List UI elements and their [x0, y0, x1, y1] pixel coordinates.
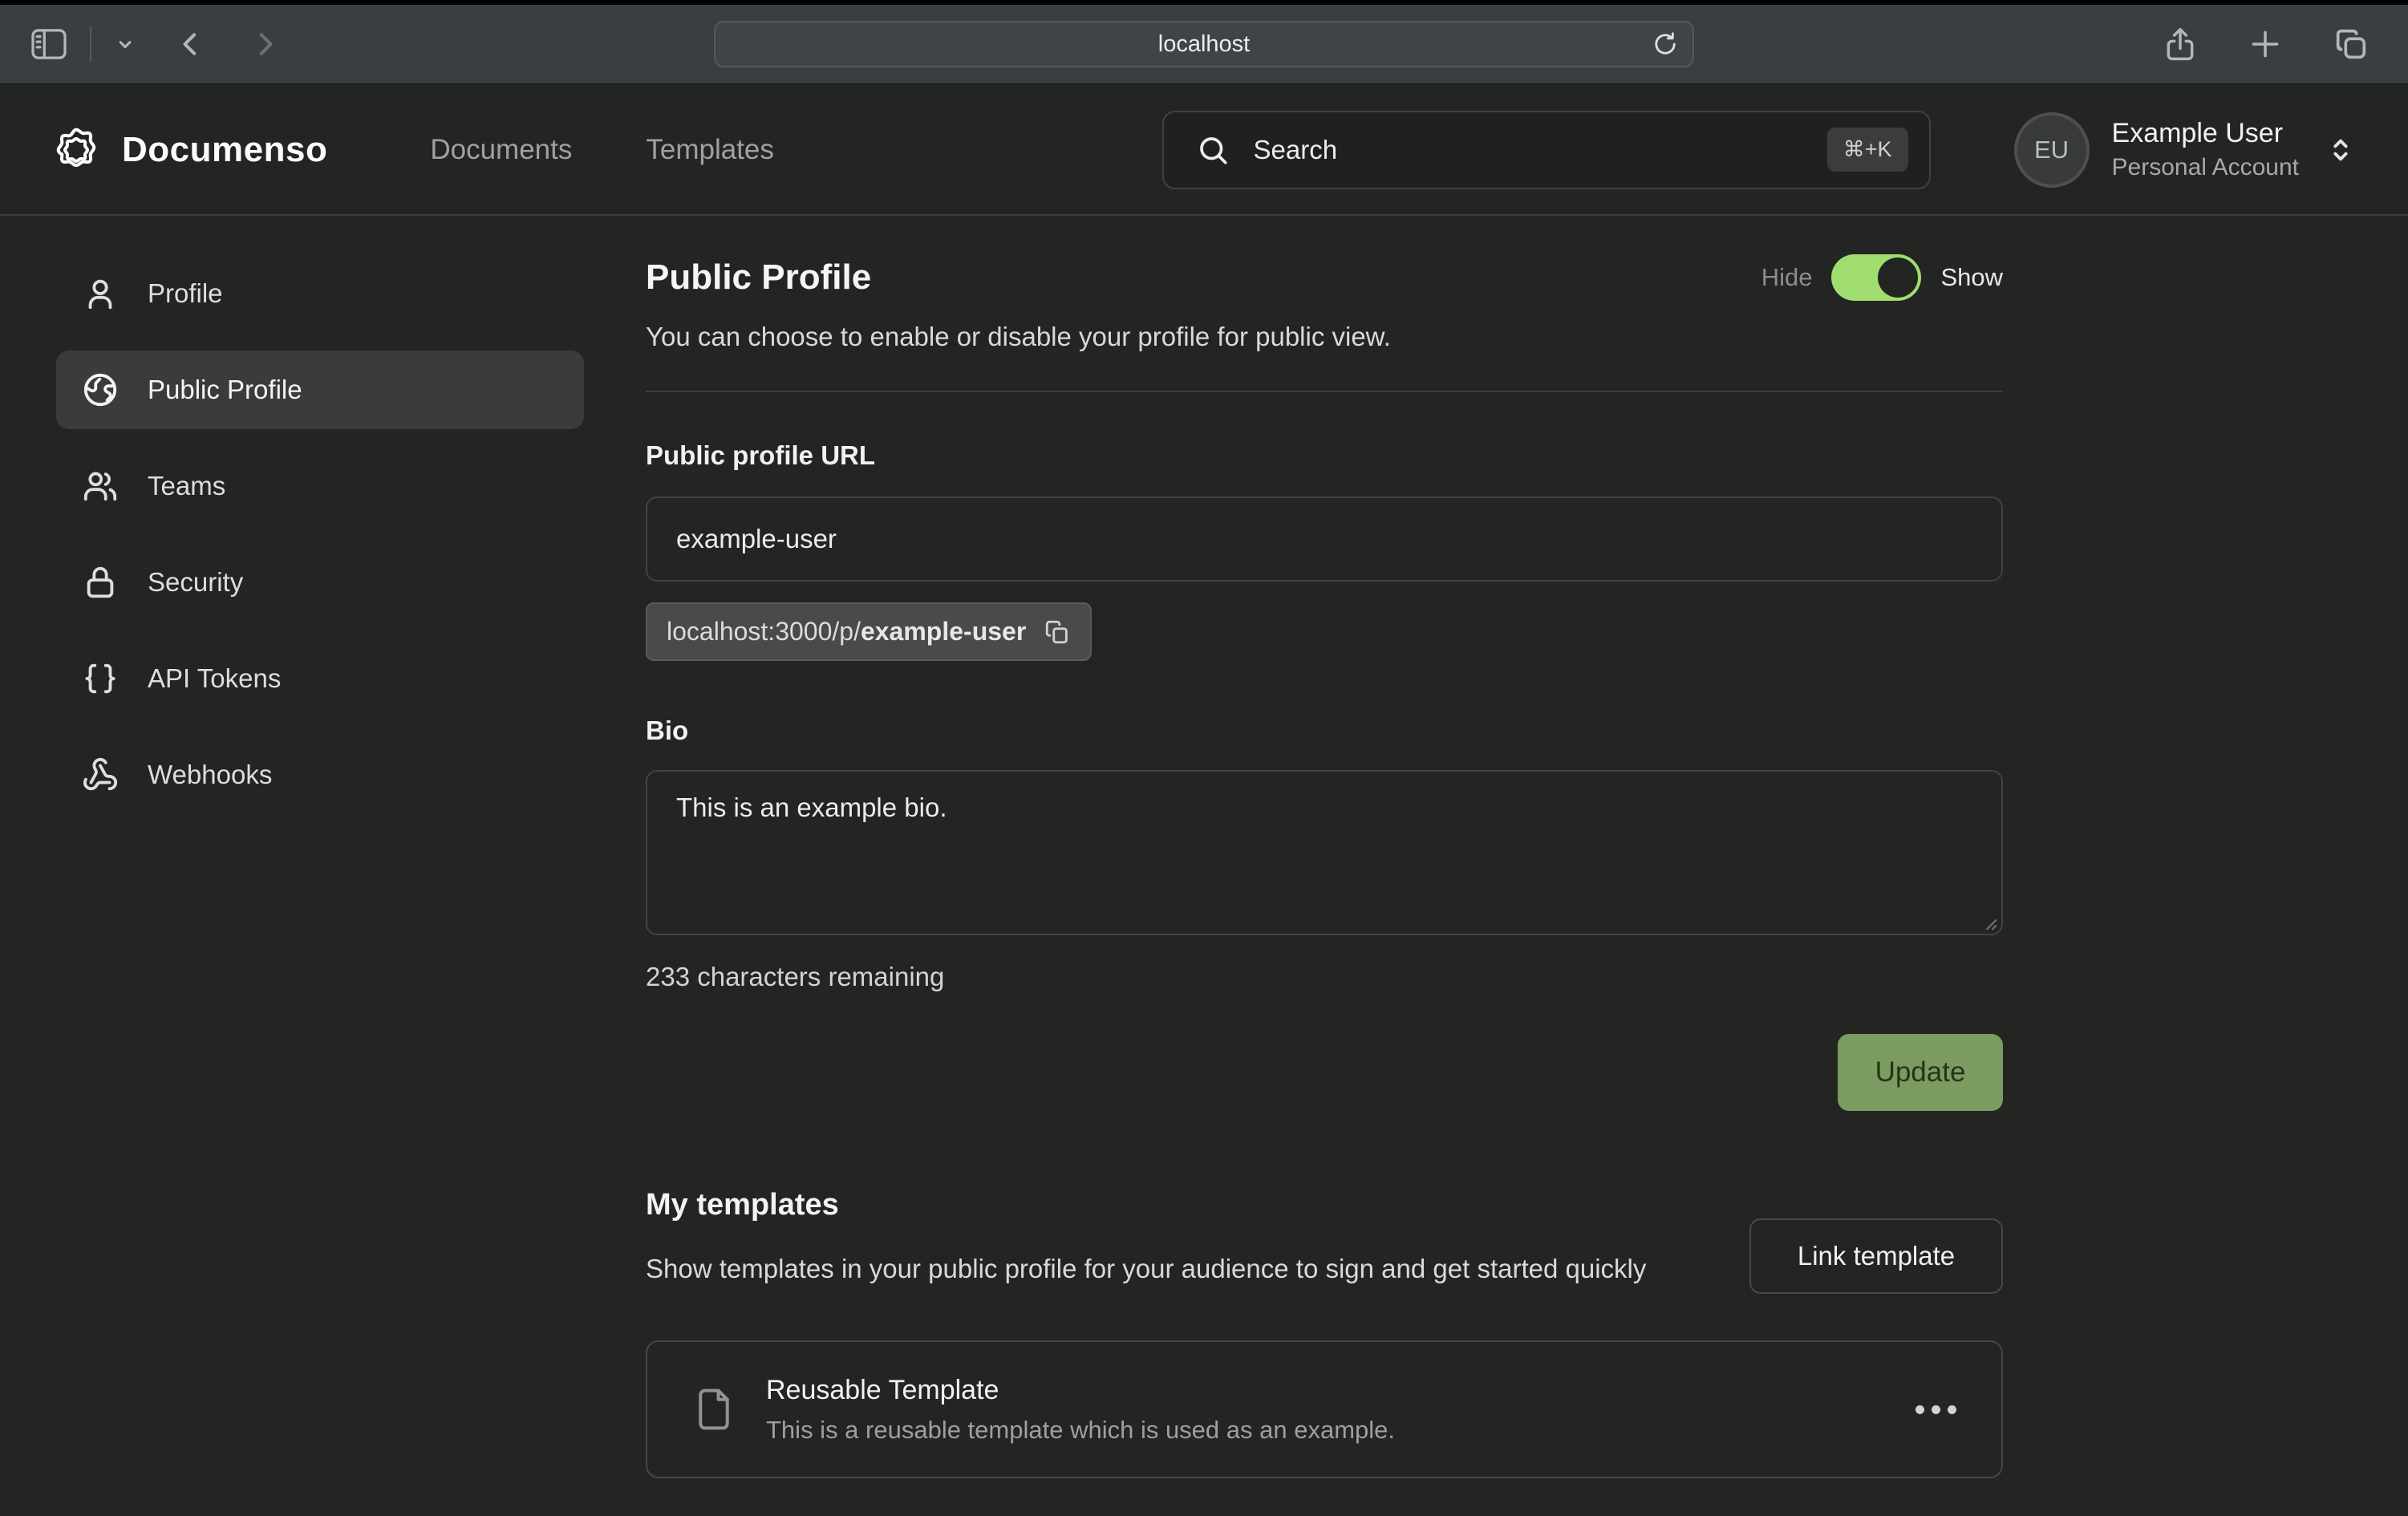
- account-type: Personal Account: [2112, 154, 2299, 181]
- braces-icon: [82, 660, 119, 697]
- users-icon: [82, 468, 119, 505]
- address-bar-url: localhost: [1158, 31, 1250, 58]
- search-shortcut-badge: ⌘+K: [1827, 128, 1908, 172]
- template-meta: Reusable Template This is a reusable tem…: [766, 1375, 1395, 1445]
- sidebar-item-public-profile[interactable]: Public Profile: [56, 351, 584, 429]
- copy-icon[interactable]: [1044, 618, 1071, 646]
- toggle-show-label: Show: [1940, 263, 2003, 292]
- template-description: This is a reusable template which is use…: [766, 1416, 1395, 1445]
- bio-label: Bio: [646, 715, 2003, 746]
- search-icon: [1196, 133, 1230, 167]
- profile-visibility-switch[interactable]: [1831, 254, 1921, 301]
- page-title: Public Profile: [646, 257, 871, 298]
- bio-textarea[interactable]: This is an example bio.: [646, 770, 2003, 935]
- sidebar-item-teams[interactable]: Teams: [56, 447, 584, 525]
- my-templates-description: Show templates in your public profile fo…: [646, 1248, 1705, 1289]
- brand-logo-link[interactable]: Documenso: [51, 125, 327, 175]
- page-subtitle: You can choose to enable or disable your…: [646, 322, 2003, 352]
- user-icon: [82, 275, 119, 312]
- sidebar-item-api-tokens[interactable]: API Tokens: [56, 639, 584, 718]
- avatar-initials: EU: [2034, 136, 2069, 164]
- nav-templates[interactable]: Templates: [646, 134, 774, 166]
- my-templates-title: My templates: [646, 1188, 1705, 1222]
- forward-icon[interactable]: [249, 28, 281, 60]
- search-placeholder: Search: [1254, 135, 1338, 165]
- toggle-hide-label: Hide: [1761, 263, 1813, 292]
- sidebar-item-security[interactable]: Security: [56, 543, 584, 622]
- sidebar-item-webhooks[interactable]: Webhooks: [56, 736, 584, 814]
- globe-icon: [82, 371, 119, 408]
- template-name: Reusable Template: [766, 1375, 1395, 1406]
- address-bar[interactable]: localhost: [714, 21, 1694, 67]
- account-menu[interactable]: EU Example User Personal Account: [2014, 112, 2357, 188]
- toolbar-separator: [90, 26, 91, 62]
- my-templates-header: My templates Show templates in your publ…: [646, 1188, 1705, 1294]
- lock-icon: [82, 564, 119, 601]
- sidebar-toggle-icon[interactable]: [30, 28, 67, 60]
- profile-url-copy-chip[interactable]: localhost:3000/p/example-user: [646, 602, 1092, 661]
- sidebar-item-label: Profile: [148, 278, 223, 309]
- avatar: EU: [2014, 112, 2090, 188]
- documenso-logo-icon: [51, 125, 101, 175]
- resize-grip-icon[interactable]: [1980, 914, 1998, 931]
- new-tab-icon[interactable]: [2248, 26, 2283, 62]
- chevrons-up-down-icon: [2325, 134, 2357, 166]
- sidebar-item-profile[interactable]: Profile: [56, 254, 584, 333]
- profile-url-text: localhost:3000/p/example-user: [667, 617, 1026, 647]
- sidebar-item-label: Teams: [148, 471, 225, 501]
- app-header: Documenso Documents Templates Search ⌘+K…: [0, 85, 2408, 216]
- ellipsis-icon[interactable]: [1915, 1405, 1956, 1414]
- nav-documents[interactable]: Documents: [430, 134, 572, 166]
- update-button[interactable]: Update: [1838, 1034, 2003, 1111]
- search-input[interactable]: Search ⌘+K: [1162, 111, 1931, 189]
- template-row: Reusable Template This is a reusable tem…: [646, 1340, 2003, 1478]
- reload-icon[interactable]: [1651, 30, 1680, 59]
- brand-name: Documenso: [122, 130, 327, 170]
- share-icon[interactable]: [2163, 25, 2198, 63]
- browser-toolbar: localhost: [0, 5, 2408, 85]
- chevron-down-icon[interactable]: [114, 33, 136, 55]
- section-divider: [646, 391, 2003, 392]
- switch-knob: [1878, 257, 1918, 298]
- public-profile-url-label: Public profile URL: [646, 440, 2003, 471]
- sidebar-item-label: Webhooks: [148, 760, 272, 790]
- profile-visibility-toggle-group: Hide Show: [1761, 254, 2003, 301]
- settings-sidebar: Profile Public Profile Teams Security AP: [56, 254, 584, 1478]
- tab-overview-icon[interactable]: [2333, 26, 2369, 63]
- sidebar-item-label: Public Profile: [148, 375, 302, 405]
- link-template-button[interactable]: Link template: [1749, 1218, 2003, 1294]
- back-icon[interactable]: [175, 28, 207, 60]
- public-profile-url-input[interactable]: [646, 497, 2003, 582]
- main-nav: Documents Templates: [430, 134, 774, 166]
- account-meta: Example User Personal Account: [2112, 118, 2299, 181]
- sidebar-item-label: API Tokens: [148, 663, 281, 694]
- sidebar-item-label: Security: [148, 567, 243, 598]
- settings-layout: Profile Public Profile Teams Security AP: [0, 216, 2408, 1478]
- webhook-icon: [82, 756, 119, 793]
- public-profile-settings: Public Profile Hide Show You can choose …: [646, 254, 2003, 1478]
- file-icon: [692, 1386, 736, 1433]
- characters-remaining: 233 characters remaining: [646, 962, 2003, 992]
- account-name: Example User: [2112, 118, 2299, 149]
